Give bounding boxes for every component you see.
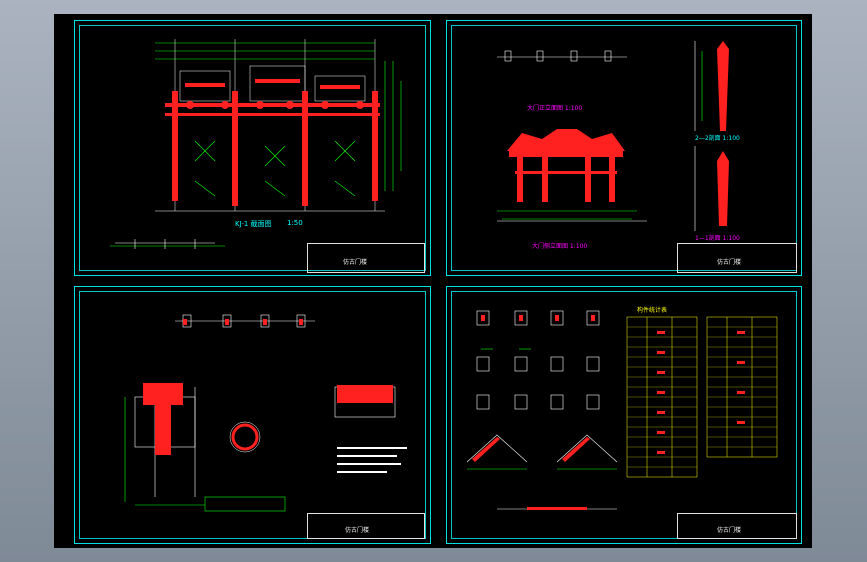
- kj1-scale: 1:50: [287, 219, 303, 227]
- drawing-sheet-frame-details[interactable]: 构件统计表 仿古门楼: [446, 286, 802, 544]
- kj1-elevation-drawing: [110, 39, 402, 249]
- foundation-detail-drawing: [124, 314, 407, 512]
- gate-elevation-drawing: [497, 41, 729, 231]
- side-elevation-title: 大门侧立面图 1:100: [532, 243, 588, 250]
- section-22-title: 2—2剖面 1:100: [695, 135, 740, 142]
- front-elevation-title: 大门正立面图 1:100: [527, 105, 583, 112]
- table-title: 构件统计表: [637, 307, 668, 314]
- title-block-name-sheet1: 仿古门楼: [343, 259, 368, 266]
- section-11-title: 1—1剖面 1:100: [695, 235, 740, 242]
- title-block-name-sheet3: 仿古门楼: [345, 527, 370, 534]
- cad-drawing-canvas[interactable]: KJ-1 截面图 1:50 仿古门楼 大门正立面图 1:100 2—2剖面 1:…: [54, 14, 812, 548]
- title-block-name-sheet2: 仿古门楼: [717, 259, 742, 266]
- drawing-sheet-frame-foundation[interactable]: 仿古门楼: [74, 286, 431, 544]
- title-block-name-sheet4: 仿古门楼: [717, 527, 742, 534]
- node-details-drawing: [466, 310, 778, 510]
- kj1-view-title: KJ-1 截面图: [235, 220, 272, 228]
- drawing-sheet-frame-elevation[interactable]: 大门正立面图 1:100 2—2剖面 1:100 大门侧立面图 1:100 1—…: [446, 20, 802, 276]
- drawing-sheet-frame-kj1[interactable]: KJ-1 截面图 1:50 仿古门楼: [74, 20, 431, 276]
